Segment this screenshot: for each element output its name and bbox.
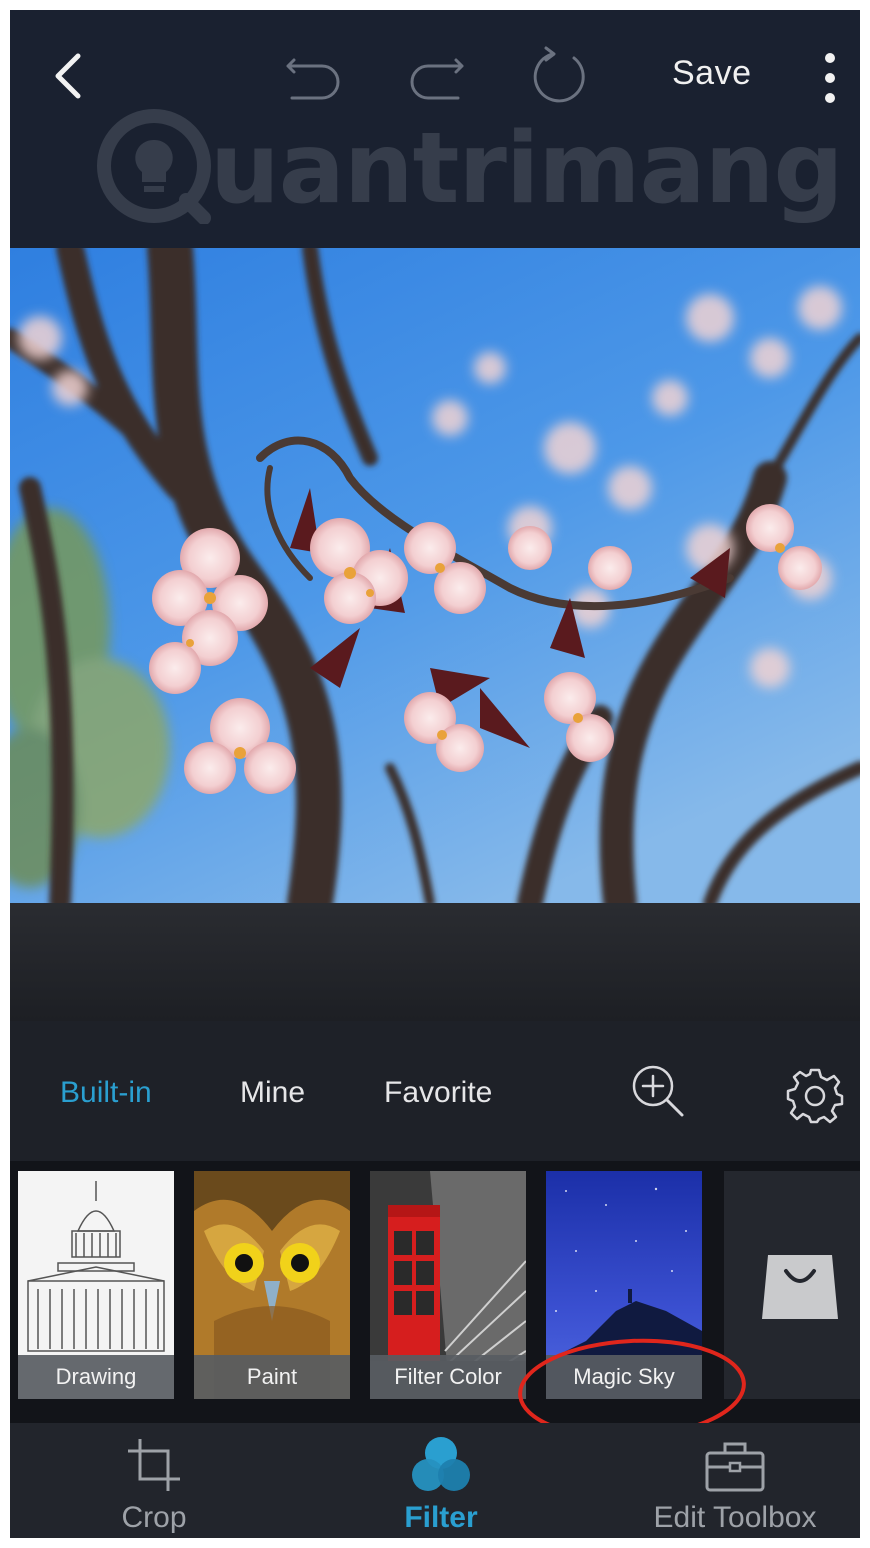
filter-store-tile[interactable] <box>724 1171 860 1399</box>
filter-drawing[interactable]: Drawing <box>18 1171 174 1399</box>
nav-label: Crop <box>121 1501 187 1534</box>
watermark: uantrimang <box>96 106 844 236</box>
crop-icon <box>128 1439 180 1491</box>
lightbulb-logo-icon <box>97 109 211 224</box>
photo-bottom-padding <box>10 903 860 1021</box>
zoom-in-icon[interactable] <box>628 1061 688 1121</box>
filter-circles-icon <box>412 1437 470 1491</box>
filter-magic-sky[interactable]: Magic Sky <box>546 1171 702 1399</box>
filter-filter-color[interactable]: Filter Color <box>370 1171 526 1399</box>
rotate-icon[interactable] <box>530 46 590 106</box>
bottom-navigation: Crop Filter Edit Toolbox <box>10 1423 860 1538</box>
nav-label: Edit Toolbox <box>653 1501 817 1534</box>
filter-label: Magic Sky <box>546 1355 702 1399</box>
nav-filter[interactable]: Filter <box>366 1423 516 1538</box>
filter-label: Drawing <box>18 1355 174 1399</box>
filter-label: Filter Color <box>370 1355 526 1399</box>
tab-mine[interactable]: Mine <box>240 1073 305 1113</box>
filter-tab-bar: Built-in Mine Favorite <box>10 1021 860 1161</box>
redo-icon[interactable] <box>404 50 468 100</box>
tab-favorite[interactable]: Favorite <box>384 1073 492 1113</box>
tab-built-in[interactable]: Built-in <box>60 1073 152 1113</box>
nav-label: Filter <box>404 1501 478 1534</box>
nav-crop[interactable]: Crop <box>80 1423 228 1538</box>
more-vertical-icon[interactable] <box>820 50 840 106</box>
filter-thumbnails: Drawing Paint Filter Color Magic Sky <box>10 1161 860 1423</box>
app-screen: Save uantrimang Built-in Mine Favorite D… <box>10 10 860 1538</box>
watermark-text: uantrimang <box>210 112 844 226</box>
undo-icon[interactable] <box>282 50 346 100</box>
filter-paint[interactable]: Paint <box>194 1171 350 1399</box>
back-chevron-icon[interactable] <box>48 50 88 102</box>
filter-label: Paint <box>194 1355 350 1399</box>
shopping-bag-icon <box>762 1255 838 1319</box>
cherry-blossom-photo <box>10 248 860 903</box>
save-button[interactable]: Save <box>672 48 752 98</box>
top-toolbar: Save uantrimang <box>10 10 860 248</box>
nav-edit-toolbox[interactable]: Edit Toolbox <box>630 1423 840 1538</box>
toolbox-icon <box>705 1442 765 1492</box>
gear-icon[interactable] <box>786 1067 844 1125</box>
photo-canvas[interactable] <box>10 248 860 903</box>
